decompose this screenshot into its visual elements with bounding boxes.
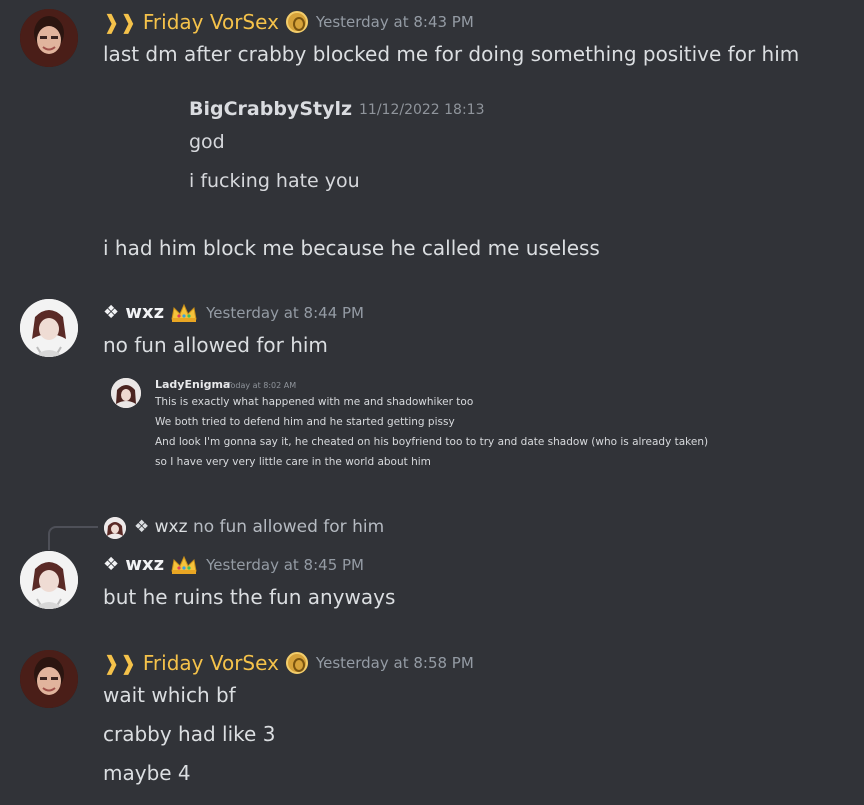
avatar-friday[interactable] [20,650,78,708]
embedded-line: This is exactly what happened with me an… [155,396,474,408]
message-text: but he ruins the fun anyways [103,585,396,609]
embedded-line: We both tried to defend him and he start… [155,416,455,428]
gold-coin-badge-icon [285,652,308,674]
message-text: wait which bf [103,683,236,707]
message-text: maybe 4 [103,761,191,785]
author-name[interactable]: ❱❱ Friday VorSex [103,651,279,675]
timestamp[interactable]: Yesterday at 8:44 PM [206,304,364,322]
reply-preview[interactable]: ❖ wxz no fun allowed for him [134,517,384,537]
reply-content: no fun allowed for him [192,517,385,537]
message-text: i had him block me because he called me … [103,236,600,260]
gold-coin-badge-icon [285,11,308,33]
embedded-line: And look I'm gonna say it, he cheated on… [155,436,709,448]
avatar-wxz[interactable] [20,551,78,609]
author-name[interactable]: ❱❱ Friday VorSex [103,10,279,34]
avatar-friday[interactable] [20,9,78,67]
author-name[interactable]: ❖ wxz [103,554,164,575]
embedded-line: so I have very very little care in the w… [155,456,431,468]
embedded-author: LadyEnigma [155,378,231,391]
message-text: crabby had like 3 [103,722,276,746]
reply-avatar[interactable] [104,517,126,539]
timestamp[interactable]: Yesterday at 8:43 PM [316,13,474,31]
avatar-image [20,551,78,609]
embedded-line: god [189,131,225,153]
author-name[interactable]: ❖ wxz [103,302,164,323]
avatar-image [20,299,78,357]
reply-connector [48,526,98,550]
embedded-line: i fucking hate you [189,170,360,192]
crown-icon [170,555,198,575]
reply-author: ❖ wxz [134,517,188,537]
avatar-image [20,650,78,708]
message-text: no fun allowed for him [103,333,328,357]
embedded-avatar [111,378,141,408]
timestamp[interactable]: Yesterday at 8:58 PM [316,654,474,672]
timestamp[interactable]: Yesterday at 8:45 PM [206,556,364,574]
avatar-image [20,9,78,67]
avatar-wxz[interactable] [20,299,78,357]
message-text: last dm after crabby blocked me for doin… [103,42,800,66]
embedded-timestamp: Today at 8:02 AM [227,381,297,390]
embedded-timestamp: 11/12/2022 18:13 [359,102,485,118]
crown-icon [170,303,198,323]
embedded-author: BigCrabbyStylz [189,98,353,120]
